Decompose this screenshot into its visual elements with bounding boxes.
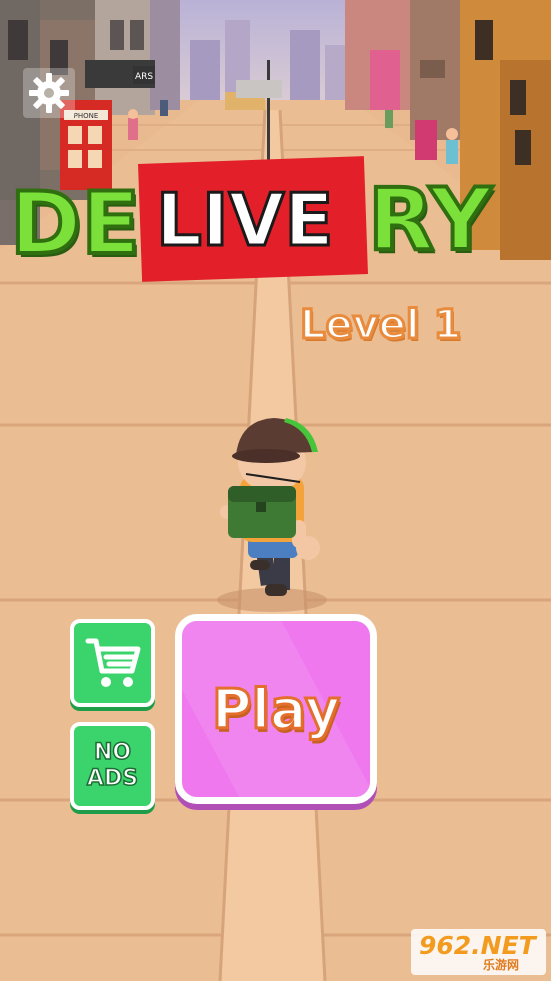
level-indicator: Level 1 [299,301,463,350]
play-button-label: Play [210,676,341,742]
no-ads-line-2: ADS [86,765,139,792]
game-scene-background: PHONE ARS [0,0,551,981]
no-ads-button[interactable]: NO ADS [70,722,155,810]
shop-button[interactable] [70,619,155,707]
title-part-left: DE [8,172,142,276]
watermark-sub-text: 乐游网 [483,958,520,972]
watermark-logo: 962.NET 乐游网 [411,929,546,975]
phone-booth-sign: PHONE [74,112,99,120]
no-ads-line-1: NO [93,739,132,766]
game-title-logo: DE LIVE RY [8,156,548,282]
settings-button[interactable] [23,68,75,118]
shopping-cart-icon [85,638,140,687]
title-part-middle: LIVE [155,177,336,264]
play-button[interactable]: Play [175,614,377,804]
title-part-right: RY [366,168,494,272]
shop-sign: ARS [135,72,153,82]
gear-icon [29,73,69,113]
